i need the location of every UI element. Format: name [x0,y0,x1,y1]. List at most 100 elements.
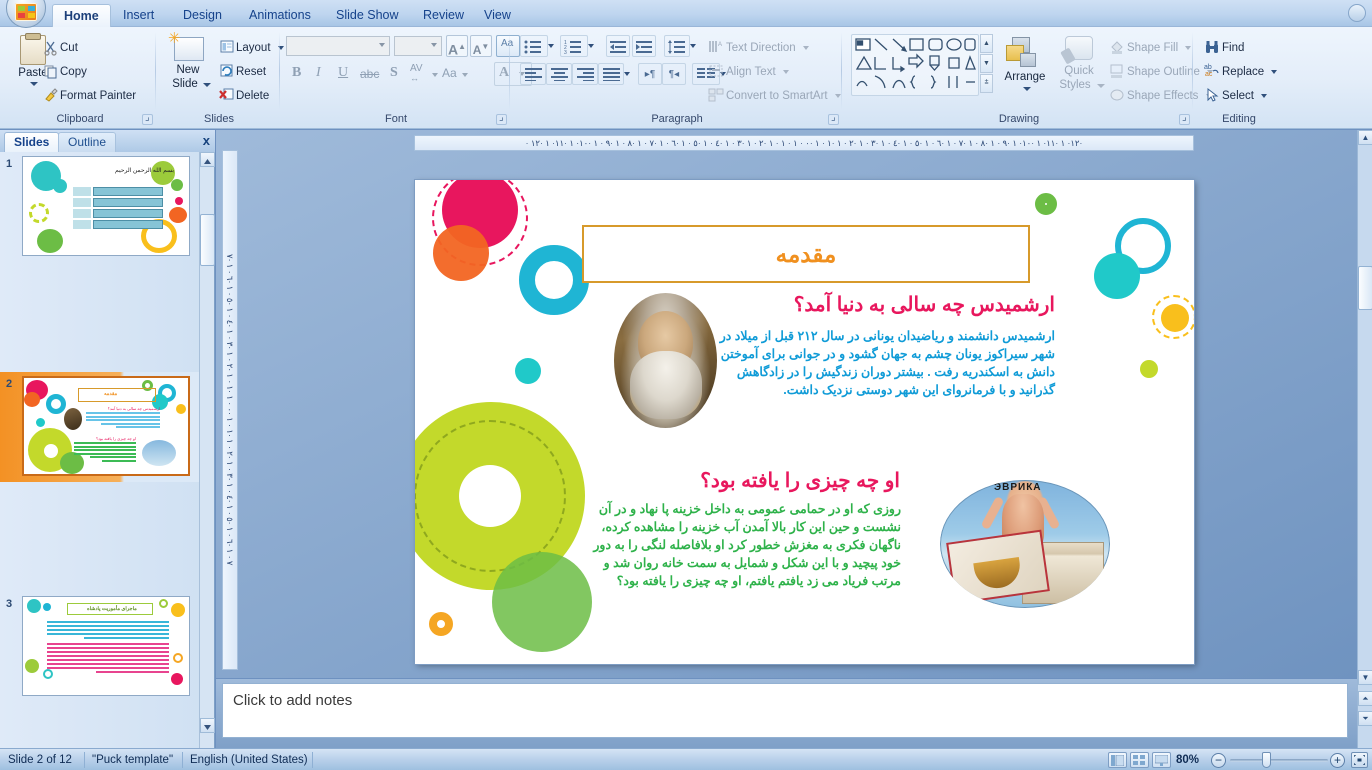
language-status[interactable]: English (United States) [190,753,308,767]
select-button[interactable]: Select [1207,87,1268,103]
slide-sorter-view-button[interactable] [1130,752,1149,768]
shapes-scroll[interactable]: ▲ ▼ ⩲ [980,34,993,96]
bold-button[interactable]: B [292,65,301,81]
layout-button[interactable]: Layout [220,40,284,55]
scroll-thumb[interactable] [200,214,215,266]
eureka-illustration-image[interactable]: ЭВРИКА [940,480,1110,608]
quick-styles-button[interactable]: Quick Styles [1053,35,1105,97]
format-painter-button[interactable]: Format Painter [45,88,136,103]
shapes-gallery[interactable] [851,34,979,96]
convert-to-smartart-button[interactable]: Convert to SmartArt [708,88,841,103]
delete-slide-button[interactable]: Delete [219,88,269,103]
align-left-button[interactable] [520,63,546,85]
office-button[interactable] [6,0,46,28]
scroll-down-button[interactable]: ▼ [1358,670,1372,685]
thumbnail-preview[interactable]: ماجرای مأموریت پادشاه [22,596,190,696]
shape-fill-chevron-down-icon [1185,45,1192,50]
next-slide-button[interactable]: ⏷ [1358,711,1372,726]
line-spacing-button[interactable] [664,35,690,57]
layout-label: Layout [236,42,271,54]
scroll-up-button[interactable] [200,152,215,167]
rtl-direction-button[interactable]: ¶◂ [662,63,686,85]
text-direction-button[interactable]: A Text Direction [709,41,809,55]
align-text-button[interactable]: Align Text [709,65,789,79]
slides-panel-scrollbar[interactable] [199,152,215,748]
new-slide-button[interactable]: ✳ New Slide [164,31,212,97]
underline-button[interactable]: U [338,65,348,81]
align-center-button[interactable] [546,63,572,85]
reset-button[interactable]: Reset [220,64,266,79]
list-item[interactable]: 1 بسم الله الرحمن الرحیم [0,152,200,262]
numbering-button[interactable]: 123 [560,35,588,57]
scroll-up-button[interactable]: ▲ [1358,130,1372,145]
copy-button[interactable]: Copy [44,65,87,79]
grow-font-button[interactable]: A▲ [446,35,468,58]
italic-button[interactable]: I [316,65,321,81]
scroll-thumb[interactable] [1358,266,1372,310]
help-icon[interactable] [1348,4,1366,22]
list-item[interactable]: 3 ماجرای مأموریت پادشاه [0,592,200,702]
arrange-button[interactable]: Arrange [1000,35,1050,97]
orange-circle [433,225,489,281]
shrink-font-button[interactable]: A▼ [470,35,492,57]
fit-to-window-button[interactable] [1351,752,1368,768]
slide-canvas[interactable]: مقدمه ارشمیدس چه سالی به دنیا آمد؟ ارشمی… [415,180,1194,664]
decrease-indent-button[interactable] [606,35,630,57]
zoom-slider-handle[interactable] [1262,752,1271,768]
template-name[interactable]: "Puck template" [92,753,173,767]
vertical-ruler[interactable]: ٧ · ١ ·٦ · ١ ·٥ · ١ ·٤ · ١ ·٣ · ١ ·٢ · ١… [222,150,238,670]
align-right-button[interactable] [572,63,598,85]
zoom-in-button[interactable]: + [1330,753,1345,768]
zoom-level[interactable]: 80% [1176,753,1199,767]
increase-indent-button[interactable] [632,35,656,57]
shapes-scroll-up-icon[interactable]: ▲ [980,34,993,53]
slide-counter[interactable]: Slide 2 of 12 [8,753,72,767]
shape-fill-button[interactable]: Shape Fill [1111,41,1192,55]
slide-thumbnail-list[interactable]: 1 بسم الله الرحمن الرحیم 2 مقدمه ارشمیدس… [0,152,200,748]
main-vertical-scrollbar[interactable]: ▲ ▼ ⏶ ⏷ [1357,130,1372,748]
shape-effects-icon [1109,87,1125,103]
tab-slides[interactable]: Slides [4,132,60,152]
tab-home[interactable]: Home [52,4,111,28]
font-dialog-launcher[interactable] [496,112,507,125]
tab-review[interactable]: Review [412,5,475,27]
justify-button[interactable] [598,63,624,85]
thumbnail-preview[interactable]: بسم الله الرحمن الرحیم [22,156,190,256]
find-button[interactable]: Find [1206,41,1244,55]
shapes-scroll-down-icon[interactable]: ▼ [980,54,993,73]
tab-design[interactable]: Design [172,5,233,27]
slide-title-placeholder[interactable]: مقدمه [582,225,1030,283]
font-name-input[interactable] [286,36,390,56]
slide-show-view-button[interactable] [1152,752,1171,768]
tab-animations[interactable]: Animations [238,5,322,27]
tab-outline[interactable]: Outline [58,132,117,152]
cut-button[interactable]: Cut [44,41,78,56]
clipboard-dialog-launcher[interactable] [142,112,153,125]
font-size-input[interactable] [394,36,442,56]
list-item[interactable]: 2 مقدمه ارشمیدس چه سالی به دنیا آمد؟ او … [0,372,200,482]
close-panel-icon[interactable]: x [203,133,210,148]
shapes-more-icon[interactable]: ⩲ [980,74,993,93]
notes-input[interactable]: Click to add notes [222,683,1348,738]
zoom-out-button[interactable]: − [1211,753,1226,768]
bullets-button[interactable] [520,35,548,57]
archimedes-portrait-image[interactable] [614,293,717,428]
tab-view[interactable]: View [473,5,522,27]
change-case-button[interactable]: Aa [442,66,457,80]
drawing-dialog-launcher[interactable] [1179,112,1190,125]
cyan-ring [519,245,589,315]
previous-slide-button[interactable]: ⏶ [1358,691,1372,706]
ltr-direction-button[interactable]: ▸¶ [638,63,662,85]
tab-slide-show[interactable]: Slide Show [325,5,410,27]
normal-view-button[interactable] [1108,752,1127,768]
slides-panel: Slides Outline x 1 بسم الله الرحمن الرحی… [0,130,215,748]
paragraph-dialog-launcher[interactable] [828,112,839,125]
tab-insert[interactable]: Insert [112,5,165,27]
replace-button[interactable]: ab ac Replace [1204,64,1278,79]
strikethrough-button[interactable]: abc [360,67,379,81]
zoom-slider-track[interactable] [1230,759,1328,762]
thumbnail-preview[interactable]: مقدمه ارشمیدس چه سالی به دنیا آمد؟ او چه… [22,376,190,476]
scroll-down-button[interactable] [200,718,215,733]
horizontal-ruler[interactable]: · ١٢· ١ ·١١· ١ ·١٠· ١ ·٩ · ١ ·٨ · ١ ·٧ ·… [414,135,1194,151]
text-shadow-button[interactable]: S [390,65,398,81]
